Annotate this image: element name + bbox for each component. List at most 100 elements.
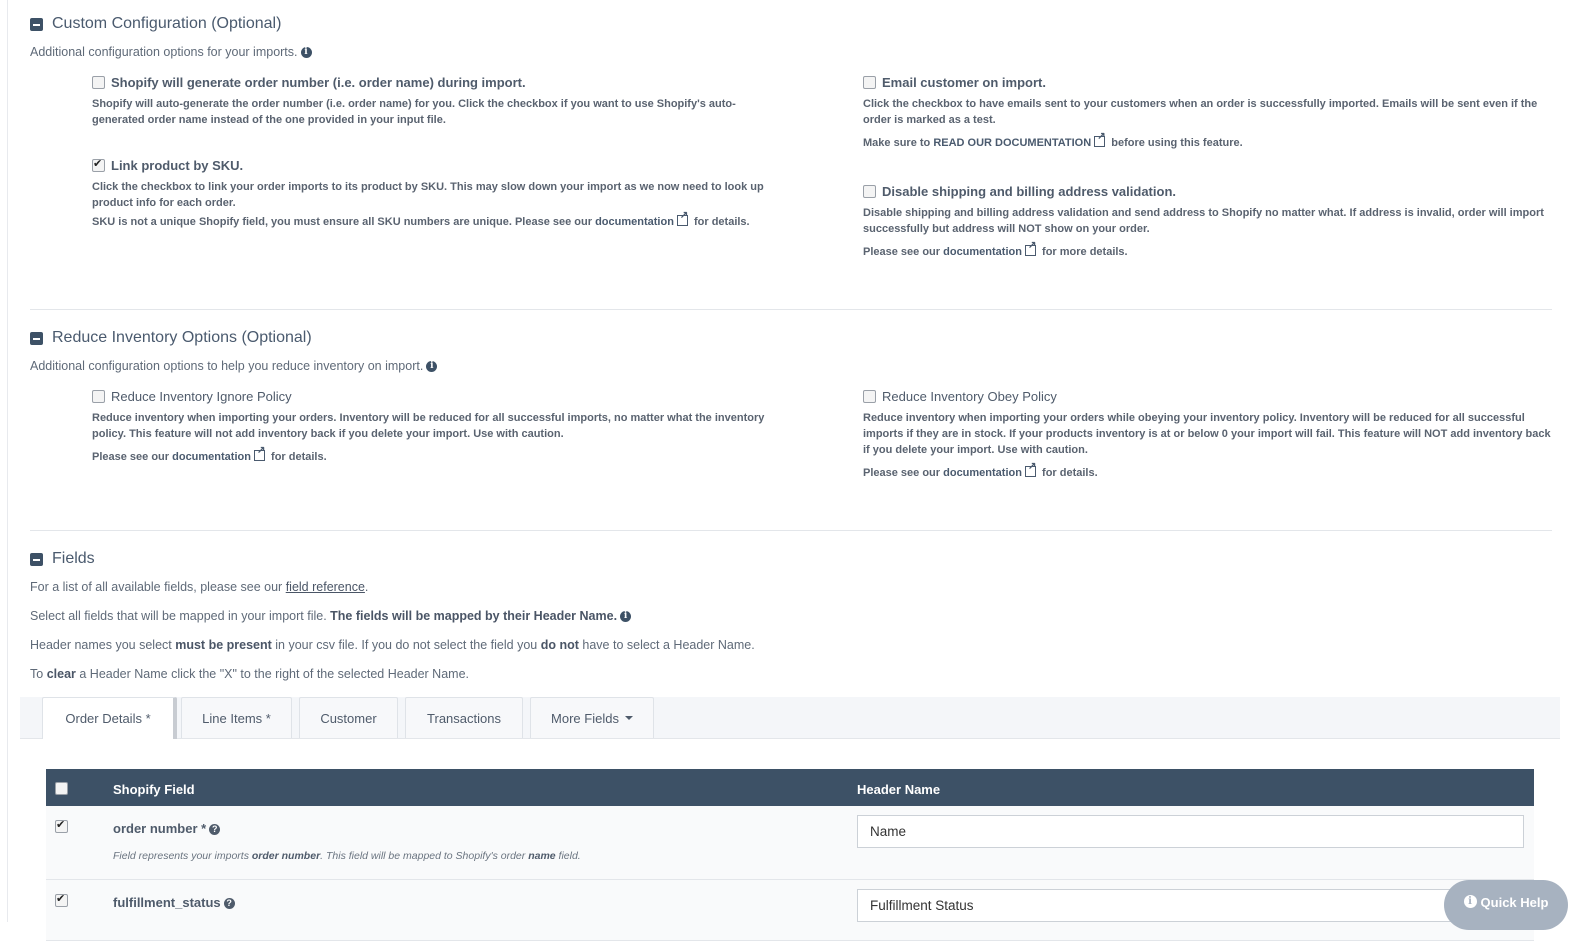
desc-text: . This field will be mapped to Shopify's… — [320, 850, 526, 862]
option-label: Disable shipping and billing address val… — [882, 184, 1176, 199]
help-icon[interactable]: ? — [223, 898, 235, 910]
info-icon[interactable]: i — [620, 611, 632, 623]
note-text: for details. — [271, 451, 327, 463]
line-text: have to select a Header Name. — [582, 638, 755, 652]
line-text: a Header Name click the "X" to the right… — [79, 667, 469, 681]
column-header-header-name: Header Name — [857, 782, 941, 797]
option-label: Shopify will generate order number (i.e.… — [111, 75, 526, 90]
note-text: for details. — [1042, 467, 1098, 479]
help-icon[interactable]: ? — [209, 824, 221, 836]
section-title: Fields — [52, 550, 95, 567]
field-tabs: Order Details * Line Items * Customer Tr… — [20, 697, 1560, 739]
custom-config-header[interactable]: Custom Configuration (Optional) — [30, 15, 281, 33]
field-reference-link[interactable]: field reference — [286, 580, 365, 594]
row-checkbox[interactable] — [55, 892, 68, 907]
option-note: Please see our documentation for more de… — [863, 240, 1553, 258]
checkbox[interactable] — [863, 390, 876, 403]
checkbox[interactable] — [92, 390, 105, 403]
documentation-link[interactable]: documentation — [595, 216, 674, 228]
collapse-icon[interactable] — [30, 331, 43, 345]
documentation-link[interactable]: documentation — [172, 451, 251, 463]
fields-line-clear: To clear a Header Name click the "X" to … — [30, 667, 469, 681]
divider — [30, 530, 1552, 531]
table-header: Shopify Field Header Name — [46, 769, 1534, 806]
desc-text: Field represents your imports — [113, 850, 249, 862]
caret-down-icon — [624, 716, 633, 720]
option-obey-policy: Reduce Inventory Obey Policy Reduce inve… — [863, 389, 1553, 479]
option-link-by-sku: Link product by SKU. Click the checkbox … — [92, 157, 792, 228]
tab-line-items[interactable]: Line Items * — [181, 697, 292, 738]
checkbox[interactable] — [92, 157, 105, 172]
header-name-input[interactable] — [857, 889, 1524, 922]
field-description: Field represents your imports order numb… — [113, 850, 581, 862]
option-description: Reduce inventory when importing your ord… — [92, 412, 765, 440]
note-text: before using this feature. — [1111, 137, 1243, 149]
fields-header[interactable]: Fields — [30, 550, 95, 568]
external-link-icon — [1094, 131, 1106, 147]
external-link-icon — [253, 445, 265, 461]
note-text: Please see our — [863, 467, 941, 479]
line-bold-text: The fields will be mapped by their Heade… — [330, 609, 618, 623]
fields-line-select: Select all fields that will be mapped in… — [30, 609, 632, 623]
subtitle-text: Additional configuration options for you… — [30, 45, 298, 59]
select-all-checkbox[interactable] — [55, 782, 68, 795]
section-title: Reduce Inventory Options (Optional) — [52, 329, 312, 346]
option-label: Reduce Inventory Obey Policy — [882, 389, 1057, 404]
option-label: Reduce Inventory Ignore Policy — [111, 389, 292, 404]
option-email-customer: Email customer on import. Click the chec… — [863, 75, 1548, 149]
line-bold-text: do not — [540, 638, 579, 652]
info-icon[interactable]: i — [426, 361, 438, 373]
note-text: Make sure to — [863, 137, 931, 149]
documentation-link[interactable]: documentation — [943, 246, 1022, 258]
desc-text: field. — [558, 850, 581, 862]
field-name-text: fulfillment_status — [113, 895, 221, 910]
quick-help-label: Quick Help — [1480, 895, 1549, 910]
desc-bold: order number — [251, 850, 321, 862]
option-label: Link product by SKU. — [111, 158, 244, 173]
header-name-input[interactable] — [857, 815, 1524, 848]
collapse-icon[interactable] — [30, 17, 43, 31]
option-generate-order-number: Shopify will generate order number (i.e.… — [92, 75, 772, 128]
note-text: Please see our — [863, 246, 941, 258]
checkbox[interactable] — [863, 185, 876, 198]
subtitle-text: Additional configuration options to help… — [30, 359, 424, 373]
quick-help-button[interactable]: i Quick Help — [1444, 880, 1568, 930]
external-link-icon — [676, 210, 688, 226]
tab-order-details[interactable]: Order Details * — [42, 697, 177, 739]
note-text: Please see our — [92, 451, 170, 463]
line-text: in your csv file. If you do not select t… — [275, 638, 538, 652]
option-note: Please see our documentation for details… — [92, 445, 782, 463]
desc-bold: name — [528, 850, 556, 862]
note-text: for details. — [693, 216, 750, 228]
documentation-link[interactable]: READ OUR DOCUMENTATION — [933, 137, 1091, 149]
table-row: fulfillment_status? — [46, 880, 1534, 941]
option-note: SKU is not a unique Shopify field, you m… — [92, 210, 792, 228]
external-link-icon — [1024, 240, 1036, 256]
checkbox[interactable] — [92, 76, 105, 89]
line-text: . — [364, 580, 369, 594]
line-bold-text: clear — [46, 667, 76, 681]
option-description: Click the checkbox to have emails sent t… — [863, 98, 1538, 126]
option-description: Disable shipping and billing address val… — [863, 207, 1544, 235]
line-text: Header names you select — [30, 638, 172, 652]
inventory-header[interactable]: Reduce Inventory Options (Optional) — [30, 329, 312, 347]
fields-line-reference: For a list of all available fields, plea… — [30, 580, 368, 594]
field-name-text: order number * — [113, 821, 207, 836]
line-text: Select all fields that will be mapped in… — [30, 609, 327, 623]
checkbox[interactable] — [863, 76, 876, 89]
row-checkbox[interactable] — [55, 818, 68, 833]
tab-label: More Fields — [551, 710, 619, 726]
info-icon[interactable]: i — [300, 47, 312, 59]
option-note: Please see our documentation for details… — [863, 461, 1553, 479]
collapse-icon[interactable] — [30, 552, 43, 566]
custom-config-subtitle: Additional configuration options for you… — [30, 45, 312, 59]
documentation-link[interactable]: documentation — [943, 467, 1022, 479]
field-name: order number *? — [113, 821, 221, 836]
line-text: For a list of all available fields, plea… — [30, 580, 283, 594]
tab-customer[interactable]: Customer — [299, 697, 398, 738]
inventory-subtitle: Additional configuration options to help… — [30, 359, 438, 373]
option-description: Reduce inventory when importing your ord… — [863, 412, 1551, 456]
option-note: Make sure to READ OUR DOCUMENTATION befo… — [863, 131, 1548, 149]
tab-transactions[interactable]: Transactions — [405, 697, 523, 738]
tab-more-fields[interactable]: More Fields — [530, 697, 654, 738]
